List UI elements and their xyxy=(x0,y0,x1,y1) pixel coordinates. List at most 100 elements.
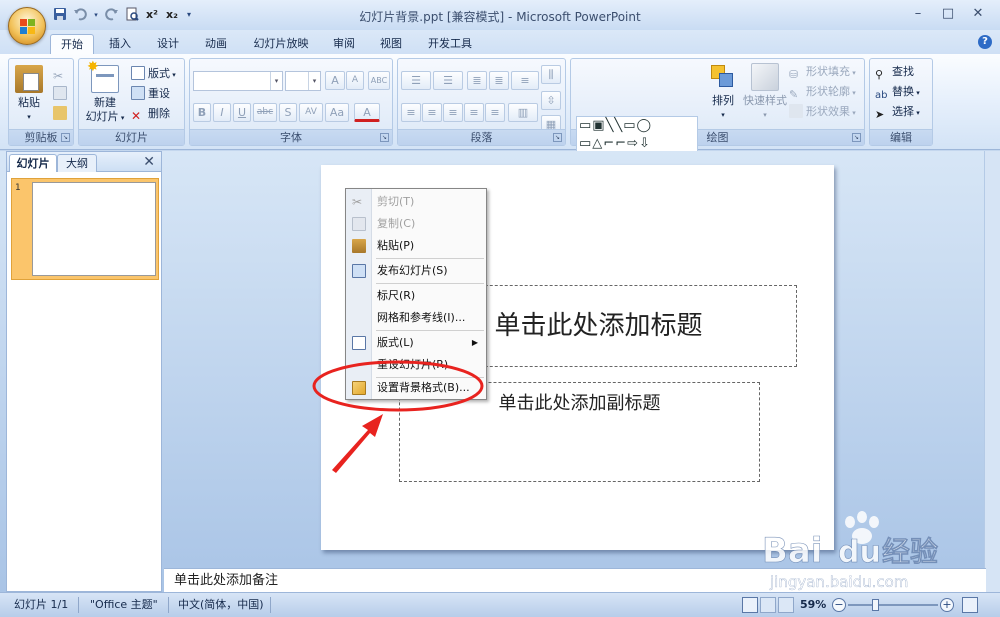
font-name-combo[interactable]: ▾ xyxy=(193,71,283,91)
zoom-in-icon[interactable]: + xyxy=(940,598,954,612)
tab-insert[interactable]: 插入 xyxy=(100,34,140,54)
zoom-slider[interactable] xyxy=(848,604,938,606)
bullets-button[interactable]: ☰ xyxy=(401,71,431,90)
format-painter-button[interactable] xyxy=(53,105,70,123)
increase-indent-button[interactable]: ≣ xyxy=(489,71,509,90)
minimize-button[interactable]: – xyxy=(904,4,932,24)
reset-icon xyxy=(131,86,145,100)
dialog-launcher-icon[interactable]: ↘ xyxy=(61,133,70,142)
menu-item-format-background[interactable]: 设置背景格式(B)... xyxy=(346,377,486,399)
columns-button[interactable]: ▥ xyxy=(508,103,538,122)
dialog-launcher-icon[interactable]: ↘ xyxy=(553,133,562,142)
decrease-indent-button[interactable]: ≣ xyxy=(467,71,487,90)
quick-styles-button[interactable]: 快速样式 ▾ xyxy=(741,63,789,122)
menu-item-label: 重设幻灯片(R) xyxy=(377,358,449,371)
menu-item-label: 设置背景格式(B)... xyxy=(377,381,470,394)
replace-button[interactable]: ab 替换 ▾ xyxy=(875,83,920,101)
menu-item-cut[interactable]: ✂ 剪切(T) xyxy=(346,191,486,213)
tab-review[interactable]: 审阅 xyxy=(326,34,362,54)
help-icon[interactable]: ? xyxy=(978,35,992,49)
tab-slides[interactable]: 幻灯片 xyxy=(9,154,57,172)
reset-slide-button[interactable]: 重设 xyxy=(131,85,170,103)
italic-button[interactable]: I xyxy=(213,103,231,122)
menu-item-label: 剪切(T) xyxy=(377,195,415,208)
font-size-combo[interactable]: ▾ xyxy=(285,71,321,91)
close-icon[interactable]: ✕ xyxy=(143,153,155,171)
slide-number: 1 xyxy=(15,183,21,193)
shape-fill-button[interactable]: ⛁ 形状填充 ▾ xyxy=(789,63,856,81)
delete-slide-button[interactable]: ✕ 删除 xyxy=(131,105,170,123)
new-slide-label-1: 新建 xyxy=(94,96,116,109)
paste-button[interactable]: 粘贴 ▾ xyxy=(13,65,45,124)
align-left-button[interactable]: ≡ xyxy=(401,103,421,122)
underline-button[interactable]: U xyxy=(233,103,251,122)
layout-button[interactable]: 版式 ▾ xyxy=(131,65,176,83)
menu-item-paste[interactable]: 粘贴(P) xyxy=(346,235,486,257)
shrink-font-button[interactable]: A xyxy=(346,71,364,90)
character-spacing-button[interactable]: AV xyxy=(299,103,323,122)
text-direction-button[interactable]: ⫼ xyxy=(541,65,561,84)
tab-animations[interactable]: 动画 xyxy=(196,34,236,54)
zoom-slider-thumb[interactable] xyxy=(872,599,879,611)
align-center-button[interactable]: ≡ xyxy=(422,103,442,122)
menu-item-layout[interactable]: 版式(L) ▶ xyxy=(346,332,486,354)
menu-item-grid-guides[interactable]: 网格和参考线(I)... xyxy=(346,307,486,329)
menu-item-ruler[interactable]: 标尺(R) xyxy=(346,285,486,307)
shape-outline-button[interactable]: ✎ 形状轮廓 ▾ xyxy=(789,83,856,101)
find-button[interactable]: ⚲ 查找 xyxy=(875,63,914,81)
dialog-launcher-icon[interactable]: ↘ xyxy=(852,133,861,142)
ribbon-tab-row: 开始 插入 设计 动画 幻灯片放映 审阅 视图 开发工具 ? xyxy=(0,30,1000,54)
close-button[interactable]: ✕ xyxy=(964,4,992,24)
fit-to-window-icon[interactable] xyxy=(962,597,978,613)
shape-outline-label: 形状轮廓 xyxy=(806,85,850,98)
numbering-button[interactable]: ☰ xyxy=(433,71,463,90)
strikethrough-button[interactable]: abc xyxy=(253,103,277,122)
text-shadow-button[interactable]: S xyxy=(279,103,297,122)
menu-item-copy[interactable]: 复制(C) xyxy=(346,213,486,235)
paint-bucket-icon: ⛁ xyxy=(789,68,799,81)
vertical-scrollbar[interactable] xyxy=(984,151,1000,592)
line-spacing-button[interactable]: ≡ xyxy=(511,71,539,90)
font-color-button[interactable]: A xyxy=(354,103,380,122)
tab-developer[interactable]: 开发工具 xyxy=(420,34,480,54)
zoom-out-icon[interactable]: − xyxy=(832,598,846,612)
menu-item-publish-slides[interactable]: 发布幻灯片(S) xyxy=(346,260,486,282)
select-button[interactable]: ➤ 选择 ▾ xyxy=(875,103,920,121)
slide-sorter-icon[interactable] xyxy=(760,597,776,613)
normal-view-icon[interactable] xyxy=(742,597,758,613)
slide-thumbnail-item[interactable]: 1 xyxy=(11,178,159,280)
tab-view[interactable]: 视图 xyxy=(372,34,410,54)
tab-slide-show[interactable]: 幻灯片放映 xyxy=(246,34,316,54)
tab-home[interactable]: 开始 xyxy=(50,34,94,54)
group-font: ▾ ▾ A A ABC B I U abc S AV Aa A 字体 ↘ xyxy=(189,58,393,146)
ribbon: 粘贴 ▾ ✂ 剪贴板 ↘ ✸ 新建 幻灯片 ▾ 版式 ▾ 重设 ✕ 删除 幻灯片 … xyxy=(0,54,1000,172)
group-label-editing: 编辑 xyxy=(870,129,932,145)
maximize-button[interactable]: □ xyxy=(934,4,962,24)
arrange-button[interactable]: 排列 ▾ xyxy=(705,63,741,122)
tab-outline[interactable]: 大纲 xyxy=(57,154,97,172)
layout-icon xyxy=(352,336,366,350)
bold-button[interactable]: B xyxy=(193,103,211,122)
cut-button[interactable]: ✂ xyxy=(53,65,70,83)
status-language[interactable]: 中文(简体，中国) xyxy=(178,593,264,617)
change-case-button[interactable]: Aa xyxy=(325,103,349,122)
dialog-launcher-icon[interactable]: ↘ xyxy=(380,133,389,142)
align-right-button[interactable]: ≡ xyxy=(443,103,463,122)
distribute-button[interactable]: ≡ xyxy=(485,103,505,122)
group-label-paragraph: 段落 xyxy=(398,129,565,145)
slide-thumbnail[interactable] xyxy=(32,182,156,276)
zoom-level[interactable]: 59% xyxy=(800,593,826,617)
copy-button[interactable] xyxy=(53,85,70,103)
tab-design[interactable]: 设计 xyxy=(148,34,188,54)
clear-formatting-button[interactable]: ABC xyxy=(368,71,390,90)
grow-font-button[interactable]: A xyxy=(325,71,345,90)
office-button[interactable] xyxy=(8,7,46,45)
justify-button[interactable]: ≡ xyxy=(464,103,484,122)
notes-pane[interactable]: 单击此处添加备注 xyxy=(164,568,986,592)
shape-effects-button[interactable]: 形状效果 ▾ xyxy=(789,103,856,121)
new-slide-label-2: 幻灯片 xyxy=(85,110,119,123)
menu-item-reset-slide[interactable]: 重设幻灯片(R) xyxy=(346,354,486,376)
new-slide-button[interactable]: ✸ 新建 幻灯片 ▾ xyxy=(83,60,127,125)
align-text-button[interactable]: ⇳ xyxy=(541,91,561,110)
slide-show-icon[interactable] xyxy=(778,597,794,613)
